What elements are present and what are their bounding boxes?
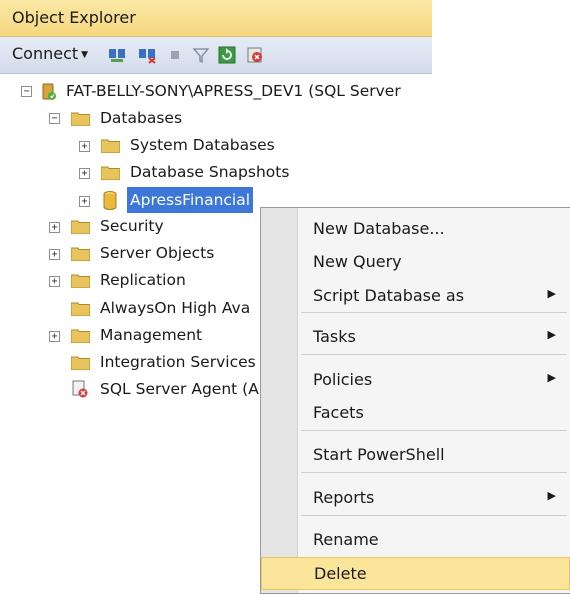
folder-icon: [71, 356, 90, 370]
menu-item-policies[interactable]: Policies ▶: [297, 364, 570, 394]
menu-item-label: Tasks: [313, 327, 356, 346]
dropdown-arrow-icon: ▼: [81, 49, 89, 60]
collapse-icon[interactable]: −: [49, 113, 60, 124]
connect-button[interactable]: Connect ▼: [12, 44, 88, 63]
database-snapshots-label: Database Snapshots: [130, 163, 290, 181]
sql-agent-icon: [72, 380, 88, 398]
collapse-icon[interactable]: −: [21, 86, 32, 97]
alwayson-label: AlwaysOn High Ava: [100, 299, 251, 317]
menu-item-reports[interactable]: Reports ▶: [297, 482, 570, 512]
integration-services-label: Integration Services: [100, 353, 256, 371]
expand-icon[interactable]: +: [49, 276, 60, 287]
database-icon: [103, 191, 117, 210]
server-label: FAT-BELLY-SONY\APRESS_DEV1 (SQL Server: [66, 82, 401, 100]
menu-item-tasks[interactable]: Tasks ▶: [297, 321, 570, 351]
server-icon: [42, 83, 56, 100]
expand-icon[interactable]: +: [49, 222, 60, 233]
menu-item-script-database-as[interactable]: Script Database as ▶: [297, 280, 570, 310]
security-label: Security: [100, 217, 164, 235]
folder-icon: [71, 274, 90, 288]
connect-label: Connect: [12, 44, 79, 63]
menu-item-label: Script Database as: [313, 286, 465, 305]
menu-item-new-database[interactable]: New Database...: [297, 213, 570, 243]
databases-label: Databases: [100, 109, 183, 127]
expand-icon[interactable]: +: [79, 168, 90, 179]
menu-item-label: Policies: [313, 370, 373, 389]
menu-separator: [301, 515, 567, 516]
folder-icon: [101, 166, 120, 180]
expand-icon[interactable]: +: [79, 196, 90, 207]
activity-monitor-icon[interactable]: [246, 46, 264, 64]
menu-item-label: Delete: [314, 564, 367, 583]
menu-item-label: Facets: [313, 403, 364, 422]
folder-icon: [71, 220, 90, 234]
folder-icon: [71, 112, 90, 126]
server-objects-label: Server Objects: [100, 244, 215, 262]
menu-separator: [301, 312, 567, 313]
expand-icon[interactable]: +: [49, 249, 60, 260]
menu-item-delete[interactable]: Delete: [261, 557, 570, 590]
submenu-arrow-icon: ▶: [547, 328, 556, 341]
folder-icon: [101, 139, 120, 153]
menu-item-label: New Database...: [313, 219, 445, 238]
menu-item-label: Rename: [313, 530, 379, 549]
disconnect-icon[interactable]: [138, 46, 156, 64]
menu-item-label: Reports: [313, 488, 375, 507]
sql-server-agent-label: SQL Server Agent (A: [100, 380, 259, 398]
expand-icon[interactable]: +: [79, 141, 90, 152]
context-menu: New Database... New Query Script Databas…: [260, 207, 570, 594]
menu-item-new-query[interactable]: New Query: [297, 246, 570, 276]
expand-icon[interactable]: +: [49, 331, 60, 342]
filter-icon[interactable]: [192, 46, 210, 64]
menu-icon-gutter: [261, 208, 298, 593]
menu-item-facets[interactable]: Facets: [297, 397, 570, 427]
menu-separator: [301, 472, 567, 473]
stop-icon[interactable]: [166, 46, 184, 64]
object-explorer-toolbar: Connect ▼: [0, 37, 432, 74]
menu-item-rename[interactable]: Rename: [297, 524, 570, 554]
menu-separator: [301, 430, 567, 431]
refresh-icon[interactable]: [218, 46, 236, 64]
menu-separator: [301, 354, 567, 355]
folder-icon: [71, 329, 90, 343]
connect-object-explorer-icon[interactable]: [108, 46, 126, 64]
window-title: Object Explorer: [12, 8, 136, 27]
menu-item-label: Start PowerShell: [313, 445, 445, 464]
folder-icon: [71, 302, 90, 316]
submenu-arrow-icon: ▶: [547, 287, 556, 300]
system-databases-label: System Databases: [130, 136, 275, 154]
submenu-arrow-icon: ▶: [547, 489, 556, 502]
tree-node-server[interactable]: − FAT-BELLY-SONY\APRESS_DEV1 (SQL Server: [0, 78, 432, 104]
management-label: Management: [100, 326, 203, 344]
object-explorer-titlebar: Object Explorer: [0, 0, 432, 37]
menu-item-start-powershell[interactable]: Start PowerShell: [297, 439, 570, 469]
folder-icon: [71, 247, 90, 261]
apress-financial-label: ApressFinancial: [127, 187, 254, 213]
menu-item-label: New Query: [313, 252, 402, 271]
submenu-arrow-icon: ▶: [547, 371, 556, 384]
replication-label: Replication: [100, 271, 186, 289]
